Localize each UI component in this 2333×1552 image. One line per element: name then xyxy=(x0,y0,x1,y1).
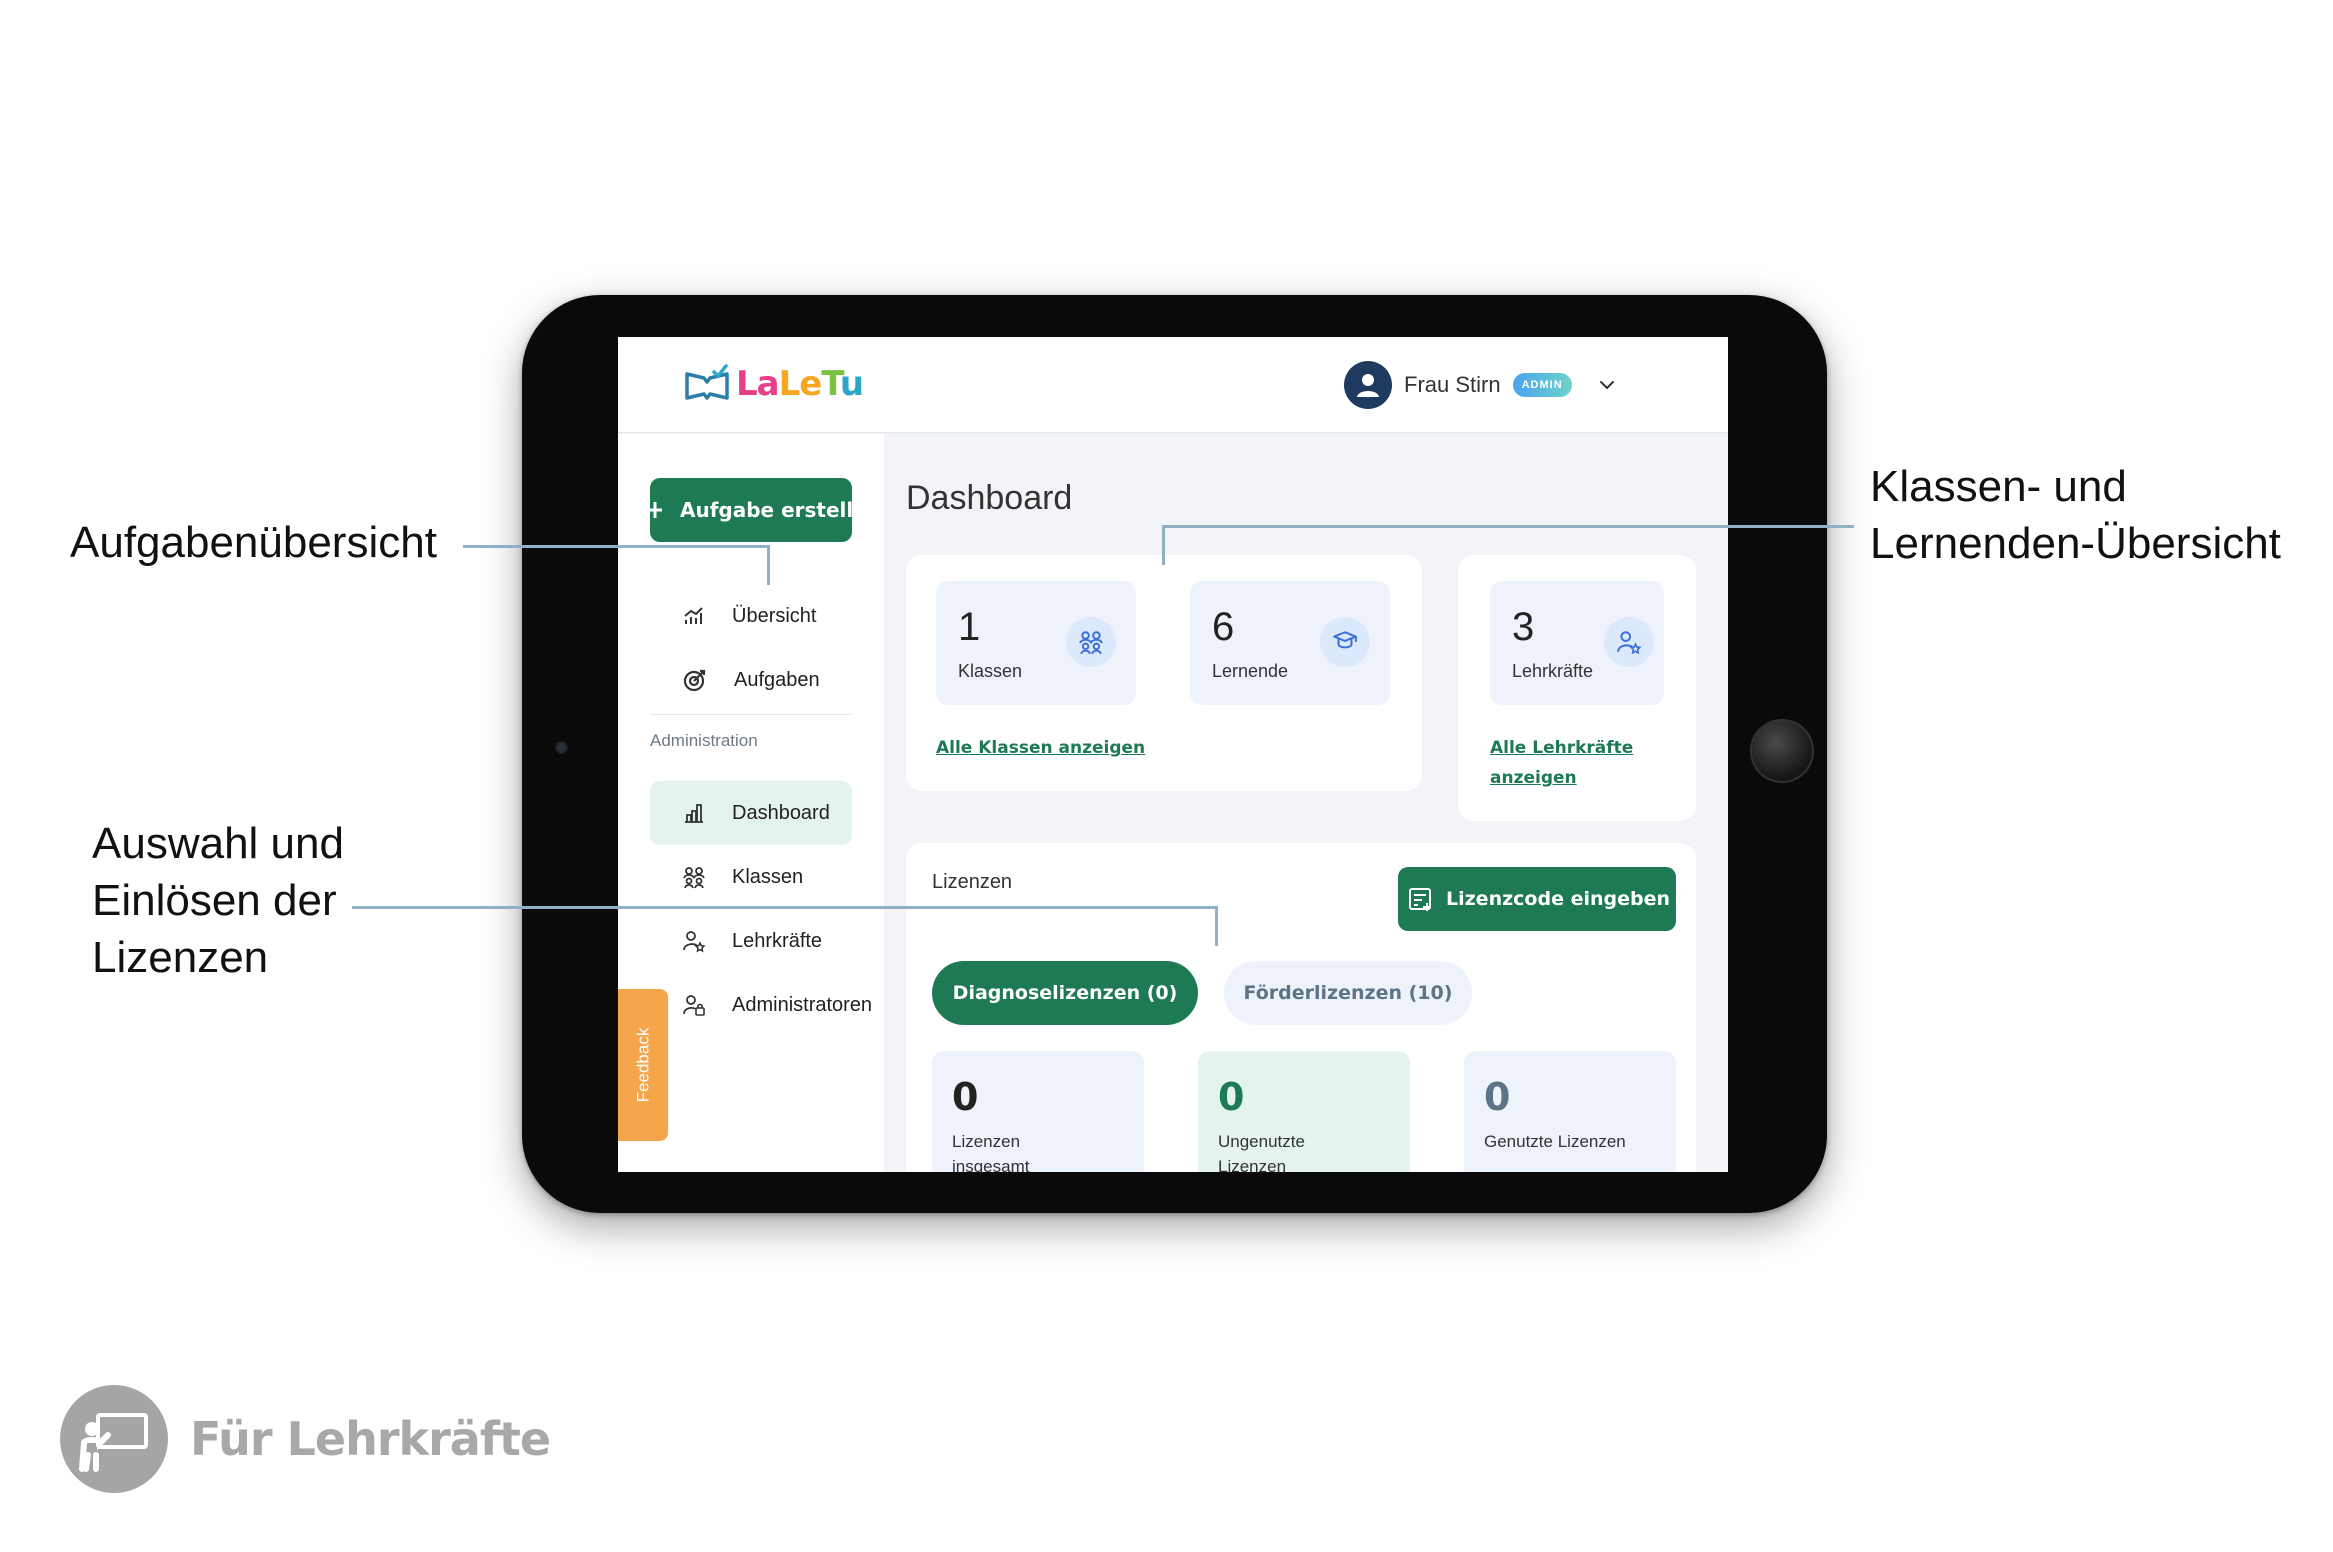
sidebar-item-aufgaben[interactable]: Aufgaben xyxy=(650,648,852,712)
laletu-logo[interactable]: LaLeTu xyxy=(684,359,864,409)
leader-line-licenses-h xyxy=(352,906,1218,909)
section-divider xyxy=(650,714,852,715)
license-unused-value: 0 xyxy=(1218,1075,1245,1119)
sidebar-item-label: Übersicht xyxy=(732,604,817,627)
user-name: Frau Stirn xyxy=(1404,372,1501,397)
section-label-administration: Administration xyxy=(650,731,758,750)
page-title: Dashboard xyxy=(906,479,1073,517)
annotation-classes-line1: Klassen- und xyxy=(1870,462,2127,511)
admin-icon xyxy=(683,995,705,1016)
license-total-label: Lizenzen insgesamt xyxy=(952,1132,1030,1172)
book-check-icon xyxy=(685,364,729,400)
stat-teachers[interactable]: 3 Lehrkräfte xyxy=(1490,581,1664,705)
annotation-tasks: Aufgabenübersicht xyxy=(70,518,437,567)
stat-learners[interactable]: 6 Lernende xyxy=(1190,581,1390,705)
role-badge: ADMIN xyxy=(1512,373,1572,397)
graduation-icon xyxy=(1320,617,1370,667)
annotation-classes-line2: Lernenden-Übersicht xyxy=(1870,519,2281,568)
sidebar-item-label: Aufgaben xyxy=(734,668,820,691)
tab-foerderlizenzen[interactable]: Förderlizenzen (10) xyxy=(1224,961,1472,1025)
license-used-label: Genutzte Lizenzen xyxy=(1484,1132,1626,1151)
chevron-down-icon[interactable] xyxy=(1596,374,1618,396)
annotation-classes: Klassen- und Lernenden-Übersicht xyxy=(1870,458,2281,572)
logo-text: LaLeTu xyxy=(736,364,864,404)
group-icon xyxy=(1066,617,1116,667)
create-task-label: Aufgabe erstellen xyxy=(680,498,852,522)
classes-learners-card: 1 Klassen 6 Lernende Alle Klassen anzeig… xyxy=(906,555,1422,791)
license-total-box: 0 Lizenzen insgesamt xyxy=(932,1051,1144,1172)
footer-label: Für Lehrkräfte xyxy=(190,1412,551,1466)
licenses-title: Lizenzen xyxy=(932,871,1013,893)
stat-value: 6 xyxy=(1212,605,1235,649)
feedback-label: Feedback xyxy=(633,1027,653,1103)
tablet-frame: LaLeTu Frau Stirn ADMIN Aufgabe erstelle… xyxy=(522,295,1827,1213)
bar-chart-icon xyxy=(685,804,703,823)
annotation-licenses: Auswahl und Einlösen der Lizenzen xyxy=(92,815,344,986)
license-used-value: 0 xyxy=(1484,1075,1511,1119)
sidebar-item-administratoren[interactable]: Administratoren xyxy=(650,973,872,1037)
sidebar-item-label: Administratoren xyxy=(732,993,873,1016)
sidebar-item-klassen[interactable]: Klassen xyxy=(650,845,852,909)
licenses-card: Lizenzen Lizenzcode eingeben Diagnoseliz… xyxy=(906,843,1696,1172)
sidebar-item-label: Lehrkräfte xyxy=(732,929,823,952)
plus-icon xyxy=(650,502,662,518)
leader-line-classes-v xyxy=(1162,525,1165,565)
leader-line-tasks-v xyxy=(767,545,770,585)
app-header: LaLeTu Frau Stirn ADMIN xyxy=(618,337,1728,433)
sidebar-item-lehrkraefte[interactable]: Lehrkräfte xyxy=(650,909,852,973)
camera xyxy=(555,741,568,754)
teachers-card: 3 Lehrkräfte Alle Lehrkräfte anzeigen xyxy=(1458,555,1696,821)
feedback-tab[interactable]: Feedback xyxy=(618,989,668,1141)
annotation-licenses-line1: Auswahl und xyxy=(92,819,344,868)
link-all-teachers[interactable]: Alle Lehrkräfte anzeigen xyxy=(1490,733,1633,793)
stat-label: Klassen xyxy=(958,661,1023,681)
sidebar-item-uebersicht[interactable]: Übersicht xyxy=(650,584,852,648)
create-task-button[interactable]: Aufgabe erstellen xyxy=(650,478,852,542)
user-avatar-icon xyxy=(1344,361,1392,409)
teacher-board-icon xyxy=(60,1385,168,1493)
stat-value: 3 xyxy=(1512,605,1535,649)
sidebar-item-label: Klassen xyxy=(732,865,804,888)
stat-label: Lehrkräfte xyxy=(1512,661,1594,681)
license-used-box: 0 Genutzte Lizenzen xyxy=(1464,1051,1676,1172)
annotation-licenses-line2: Einlösen der xyxy=(92,876,337,925)
stat-value: 1 xyxy=(958,605,981,649)
license-unused-label: Ungenutzte Lizenzen xyxy=(1218,1132,1305,1172)
footer-badge: Für Lehrkräfte xyxy=(60,1385,551,1493)
enter-license-code-label: Lizenzcode eingeben xyxy=(1446,888,1670,910)
link-all-teachers-line2: anzeigen xyxy=(1490,768,1577,788)
leader-line-tasks-h xyxy=(463,545,770,548)
leader-line-classes-h xyxy=(1162,525,1854,528)
stat-label: Lernende xyxy=(1212,661,1289,681)
sidebar-item-label: Dashboard xyxy=(732,801,830,824)
license-unused-box: 0 Ungenutzte Lizenzen xyxy=(1198,1051,1410,1172)
license-total-value: 0 xyxy=(952,1075,979,1119)
link-all-teachers-line1: Alle Lehrkräfte xyxy=(1490,738,1634,758)
home-button[interactable] xyxy=(1750,719,1814,783)
target-icon xyxy=(683,669,706,692)
user-menu[interactable]: Frau Stirn ADMIN xyxy=(1344,361,1618,409)
license-code-icon xyxy=(1409,888,1431,911)
tab-diagnoselizenzen[interactable]: Diagnoselizenzen (0) xyxy=(932,961,1198,1025)
teacher-icon xyxy=(683,931,706,953)
link-all-classes[interactable]: Alle Klassen anzeigen xyxy=(936,733,1145,763)
enter-license-code-button[interactable]: Lizenzcode eingeben xyxy=(1398,867,1676,931)
leader-line-licenses-v xyxy=(1215,906,1218,946)
annotation-licenses-line3: Lizenzen xyxy=(92,933,269,982)
chart-icon xyxy=(684,607,703,624)
app-screen: LaLeTu Frau Stirn ADMIN Aufgabe erstelle… xyxy=(618,337,1728,1172)
teacher-star-icon xyxy=(1604,617,1654,667)
stat-classes[interactable]: 1 Klassen xyxy=(936,581,1136,705)
sidebar-item-dashboard[interactable]: Dashboard xyxy=(650,781,852,845)
group-icon xyxy=(683,867,705,889)
